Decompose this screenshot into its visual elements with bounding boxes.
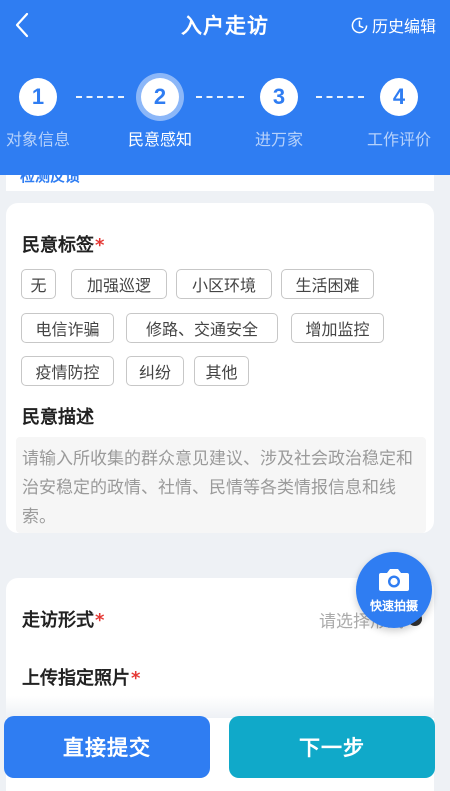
step-number: 4 — [380, 78, 418, 116]
tag-option[interactable]: 电信诈骗 — [21, 313, 114, 343]
step-label: 对象信息 — [5, 130, 70, 149]
opinion-desc-title: 民意描述 — [22, 407, 94, 428]
step-number: 3 — [260, 78, 298, 116]
history-icon — [351, 17, 368, 33]
step-label: 进万家 — [254, 130, 303, 149]
quick-capture-button[interactable]: 快速拍摄 — [356, 552, 432, 628]
step-3[interactable]: 3 进万家 — [229, 78, 329, 150]
tag-option[interactable]: 加强巡逻 — [71, 269, 167, 299]
required-mark: * — [95, 610, 105, 631]
tag-option[interactable]: 疫情防控 — [21, 356, 114, 386]
history-edit-label: 历史编辑 — [371, 17, 436, 36]
tag-option[interactable]: 无 — [21, 269, 56, 299]
header: 入户走访 历史编辑 1 对象信息 2 民意感知 3 进万家 4 工作评价 — [0, 0, 450, 175]
previous-section-peek: 检测反馈 — [6, 175, 434, 191]
step-2[interactable]: 2 民意感知 — [110, 78, 210, 150]
next-step-button[interactable]: 下一步 — [229, 716, 435, 778]
peek-section-title: 检测反馈 — [20, 175, 81, 185]
tag-option[interactable]: 增加监控 — [291, 313, 384, 343]
upload-photos-label-text: 上传指定照片 — [22, 668, 130, 689]
opinion-tags-label: 民意标签 — [22, 235, 94, 256]
upload-photos-row: 上传指定照片* — [22, 662, 422, 692]
step-number: 1 — [19, 78, 57, 116]
submit-button[interactable]: 直接提交 — [4, 716, 210, 778]
opinion-desc-textarea[interactable]: 请输入所收集的群众意见建议、涉及社会政治稳定和治安稳定的政情、社情、民情等各类情… — [16, 437, 426, 533]
tag-option[interactable]: 纠纷 — [126, 356, 184, 386]
camera-icon — [379, 568, 409, 591]
visit-form-label: 走访形式* — [22, 606, 104, 632]
tag-option[interactable]: 其他 — [194, 356, 249, 386]
action-bar: 直接提交 下一步 — [0, 714, 450, 791]
history-edit-button[interactable]: 历史编辑 — [351, 12, 436, 38]
upload-photos-label: 上传指定照片* — [22, 664, 140, 690]
opinion-card: 民意标签* 无 加强巡逻 小区环境 生活困难 电信诈骗 修路、交通安全 增加监控… — [6, 203, 434, 533]
step-number: 2 — [141, 78, 179, 116]
step-label: 工作评价 — [366, 130, 431, 149]
visit-form-label-text: 走访形式 — [22, 610, 94, 631]
step-1[interactable]: 1 对象信息 — [0, 78, 88, 150]
opinion-tags-title: 民意标签* — [22, 231, 104, 257]
tag-option[interactable]: 修路、交通安全 — [126, 313, 278, 343]
step-label: 民意感知 — [127, 130, 192, 149]
quick-capture-label: 快速拍摄 — [369, 598, 418, 613]
tag-option[interactable]: 小区环境 — [176, 269, 272, 299]
required-mark: * — [131, 668, 141, 689]
step-4[interactable]: 4 工作评价 — [349, 78, 449, 150]
tag-option[interactable]: 生活困难 — [281, 269, 374, 299]
nav-bar: 入户走访 历史编辑 — [0, 0, 450, 50]
required-mark: * — [95, 235, 105, 256]
